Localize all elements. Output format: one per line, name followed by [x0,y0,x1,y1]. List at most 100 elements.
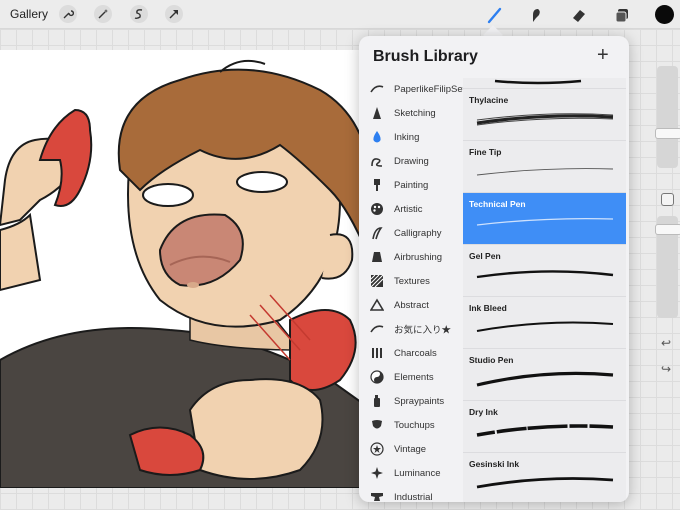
brush-stroke-preview [476,218,614,226]
category-item[interactable]: Vintage [359,438,463,460]
brush-item[interactable]: Ink Bleed [463,297,626,349]
top-toolbar: Gallery [0,0,680,29]
eraser-icon[interactable] [568,4,590,26]
brush-name: Gel Pen [469,251,501,261]
category-item[interactable]: Industrial [359,486,463,502]
category-label: Drawing [394,155,429,167]
side-slider-panel: ↩ ↪ [655,66,680,376]
category-label: Touchups [394,419,435,431]
brush-stroke-preview [476,424,614,437]
brush-name: Fine Tip [469,147,502,157]
swoosh-icon [370,82,384,96]
brush-icon[interactable] [484,4,506,26]
category-item[interactable]: PaperlikeFilipSet [359,78,463,100]
category-label: Industrial [394,491,433,503]
category-item[interactable]: Abstract [359,294,463,316]
star-badge-icon [370,442,384,456]
brush-library-popover: Brush Library + PaperlikeFilipSet Sketch… [359,36,629,502]
category-label: Calligraphy [394,227,442,239]
brush-item[interactable]: Dry Ink [463,401,626,453]
layers-icon[interactable] [611,4,633,26]
color-picker-button[interactable] [655,5,674,24]
magic-wand-icon[interactable] [94,5,112,23]
ink-drop-icon [370,130,384,144]
category-item[interactable]: Charcoals [359,342,463,364]
undo-button[interactable]: ↩ [661,336,671,350]
brush-stroke-preview [476,371,614,387]
selection-icon[interactable] [130,5,148,23]
swoosh-icon [370,322,384,336]
paint-brush-icon [370,178,384,192]
gallery-button[interactable]: Gallery [10,7,48,21]
category-label: Artistic [394,203,423,215]
category-label: Airbrushing [394,251,443,263]
add-brush-button[interactable]: + [597,44,609,67]
category-item[interactable]: Drawing [359,150,463,172]
category-item[interactable]: Textures [359,270,463,292]
brush-stroke-preview [476,321,614,332]
brush-preview-partial [463,78,626,89]
category-item[interactable]: Sketching [359,102,463,124]
brush-stroke-preview [476,477,614,489]
brush-name: Studio Pen [469,355,514,365]
brush-size-knob[interactable] [655,128,680,139]
category-label: Painting [394,179,429,191]
squiggle-icon [370,154,384,168]
category-label: Textures [394,275,430,287]
category-item[interactable]: お気に入り★ [359,318,463,340]
redo-button[interactable]: ↪ [661,362,671,376]
brush-list: Thylacine Fine Tip Technical Pen Gel Pen [463,78,626,502]
brush-name: Thylacine [469,95,509,105]
category-item[interactable]: Artistic [359,198,463,220]
pencil-tip-icon [370,106,384,120]
modify-button[interactable] [661,193,674,206]
category-item[interactable]: Elements [359,366,463,388]
opacity-knob[interactable] [655,224,680,235]
brush-item[interactable]: Fine Tip [463,141,626,193]
brush-stroke-preview [476,113,614,126]
smudge-icon[interactable] [525,4,547,26]
brush-item[interactable]: Gesinski Ink [463,453,626,502]
category-label: Inking [394,131,420,143]
texture-icon [370,274,384,288]
category-item[interactable]: Calligraphy [359,222,463,244]
opacity-slider[interactable] [655,216,680,318]
touchup-icon [370,418,384,432]
sparkle-icon [370,466,384,480]
category-item[interactable]: Inking [359,126,463,148]
yin-yang-icon [370,370,384,384]
transform-arrow-icon[interactable] [165,5,183,23]
brush-stroke-preview [476,168,614,176]
triangle-icon [370,298,384,312]
category-label: Abstract [394,299,429,311]
brush-item[interactable]: Gel Pen [463,245,626,297]
category-label: Luminance [394,467,441,479]
artwork-illustration[interactable] [0,50,372,488]
category-label: お気に入り★ [394,325,452,336]
category-item[interactable]: Touchups [359,414,463,436]
artwork-illustration-svg [0,59,372,488]
category-item[interactable]: Painting [359,174,463,196]
brush-name: Dry Ink [469,407,498,417]
spray-can-icon [370,394,384,408]
category-item[interactable]: Airbrushing [359,246,463,268]
category-label: Sketching [394,107,436,119]
brush-item-selected[interactable]: Technical Pen [463,193,626,245]
category-label: Vintage [394,443,427,455]
brush-name: Technical Pen [469,199,526,209]
brush-item[interactable]: Studio Pen [463,349,626,401]
charcoal-icon [370,346,384,360]
brush-size-slider[interactable] [655,66,680,168]
category-label: Charcoals [394,347,437,359]
airbrush-icon [370,250,384,264]
brush-name: Gesinski Ink [469,459,520,469]
brush-library-title: Brush Library [373,48,478,65]
wrench-icon[interactable] [59,5,77,23]
category-label: PaperlikeFilipSet [394,83,463,95]
calligraphy-icon [370,226,384,240]
brush-name: Ink Bleed [469,303,507,313]
category-item[interactable]: Spraypaints [359,390,463,412]
brush-item[interactable]: Thylacine [463,89,626,141]
category-label: Elements [394,371,434,383]
category-item[interactable]: Luminance [359,462,463,484]
